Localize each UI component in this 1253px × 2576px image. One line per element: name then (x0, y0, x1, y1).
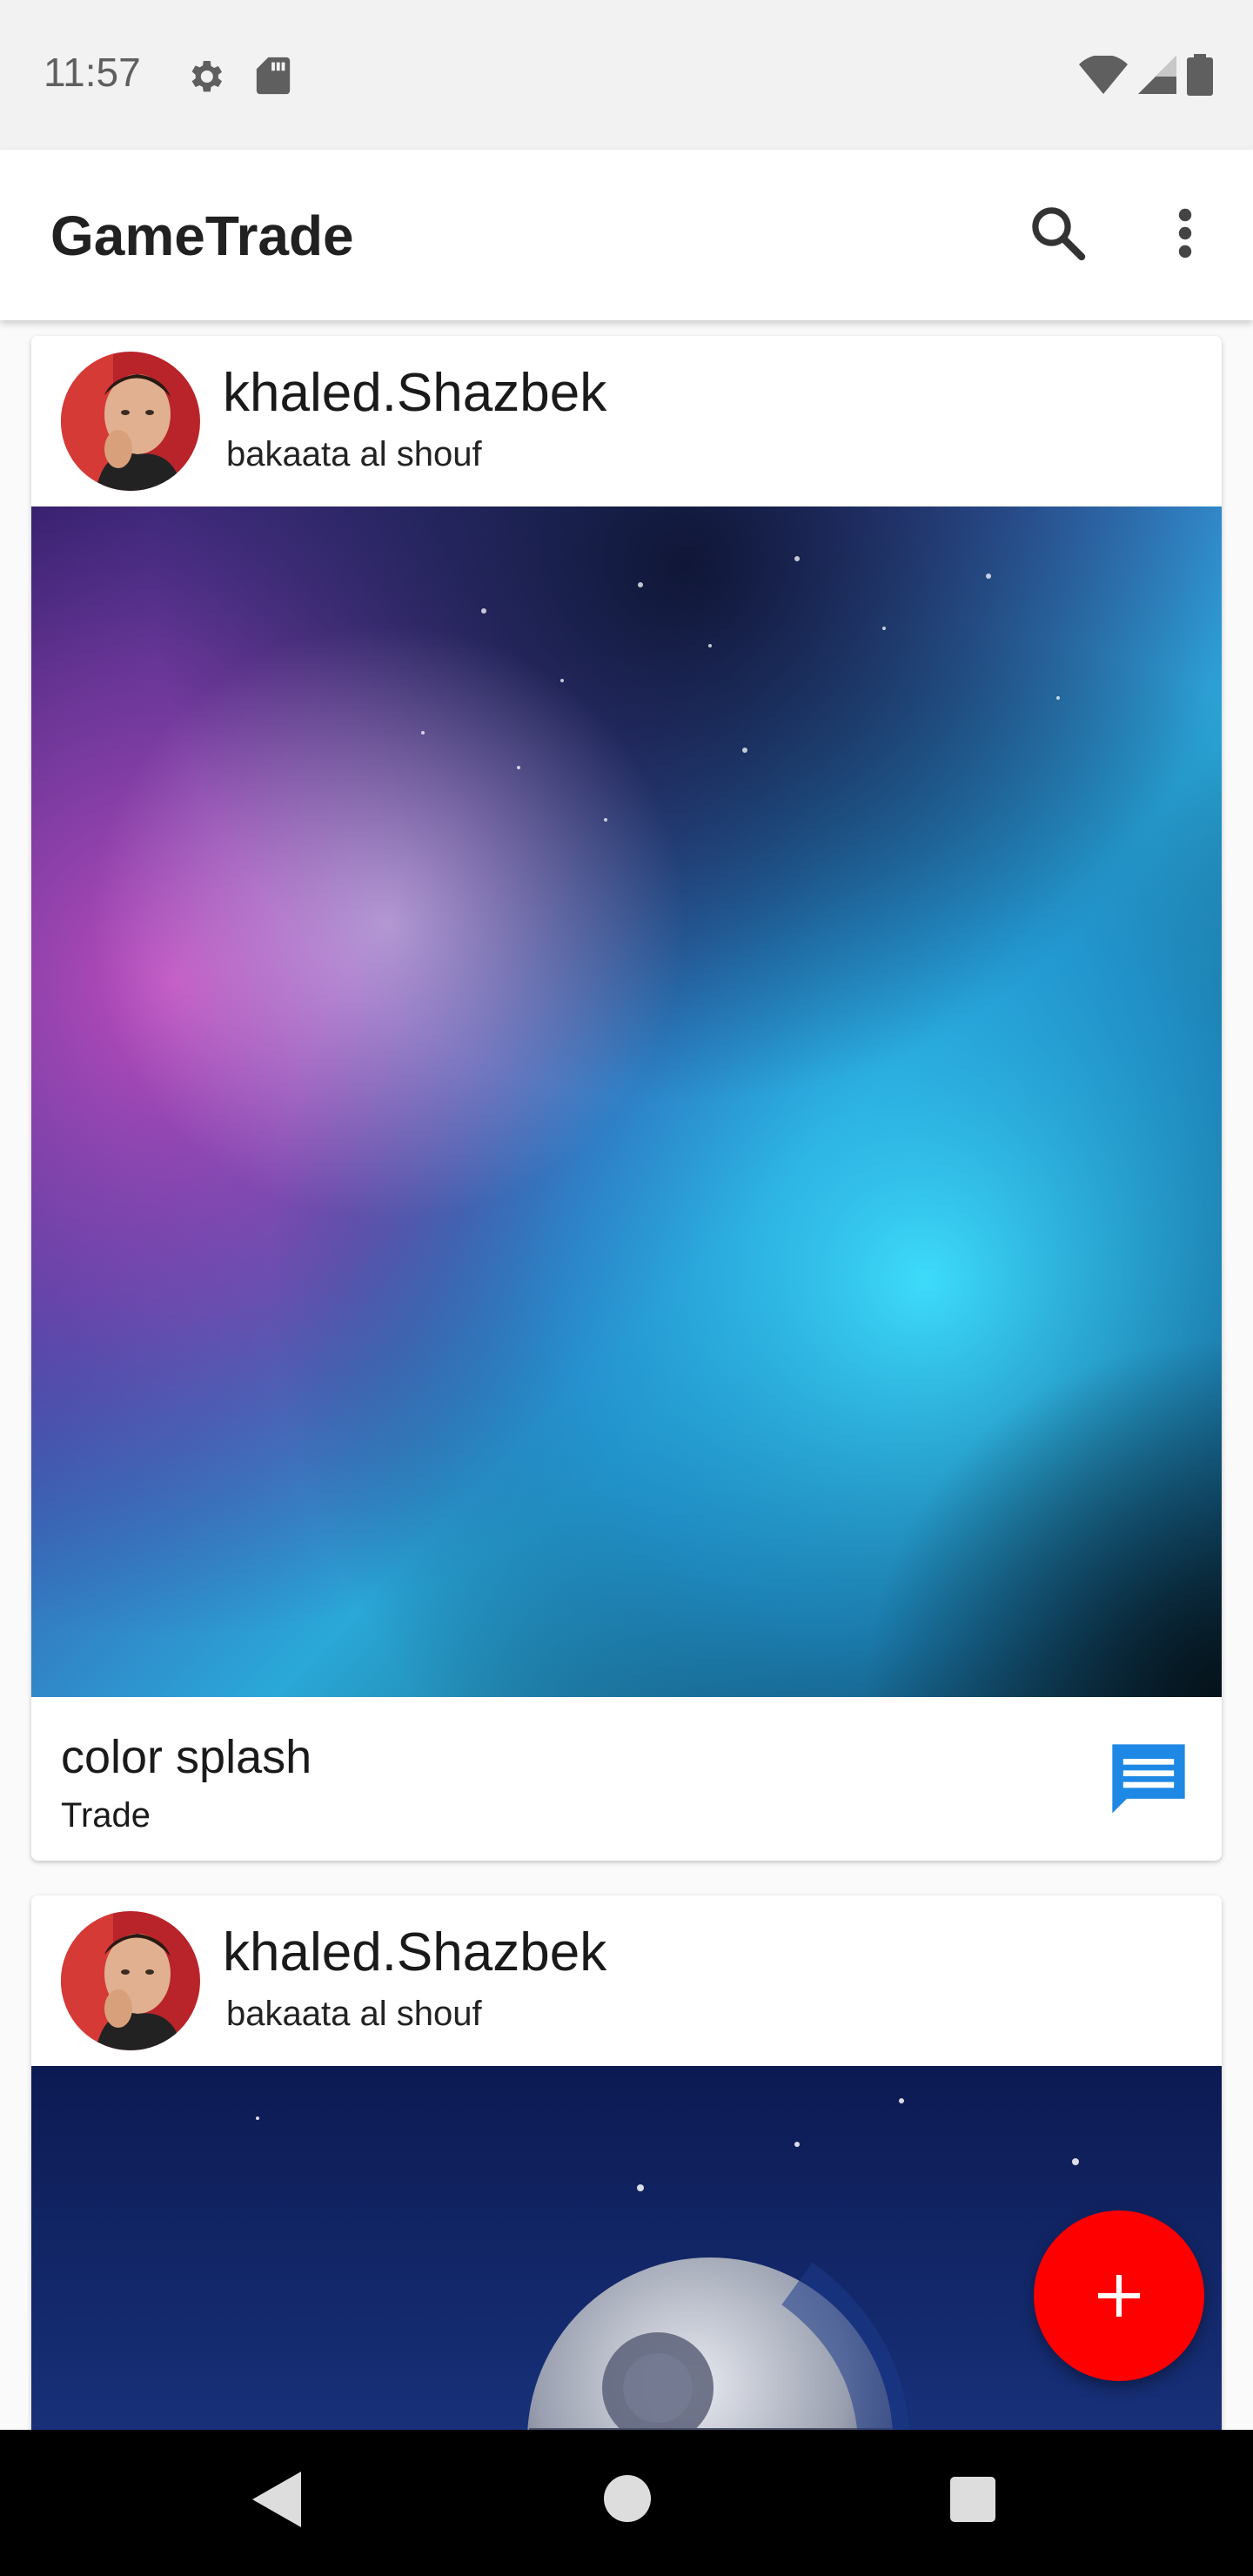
status-time: 11:57 (44, 50, 141, 95)
post-footer: color splash Trade (31, 1697, 1222, 1861)
post-card[interactable]: khaled.Shazbek bakaata al shouf (31, 1895, 1222, 2430)
status-bar: 11:57 (0, 0, 1253, 150)
search-icon[interactable] (1027, 202, 1089, 265)
item-title: color splash (61, 1731, 312, 1783)
wifi-icon (1079, 56, 1128, 94)
plus-icon (1097, 2274, 1141, 2318)
battery-icon (1187, 54, 1213, 96)
post-image[interactable] (31, 506, 1222, 1697)
user-name[interactable]: khaled.Shazbek (223, 362, 606, 424)
item-type: Trade (61, 1796, 151, 1835)
system-nav-bar (0, 2430, 1253, 2576)
post-image[interactable] (31, 2066, 1222, 2430)
avatar[interactable] (61, 352, 200, 491)
home-icon[interactable] (604, 2475, 651, 2522)
avatar[interactable] (61, 1911, 200, 2050)
app-bar: GameTrade (0, 150, 1253, 320)
recents-icon[interactable] (950, 2477, 995, 2522)
user-location: bakaata al shouf (226, 1995, 482, 2033)
sd-card-icon (256, 57, 291, 95)
status-right-icons (1079, 54, 1213, 96)
post-feed[interactable]: khaled.Shazbek bakaata al shouf color sp… (0, 320, 1253, 2430)
post-header: khaled.Shazbek bakaata al shouf (31, 1895, 1222, 2066)
post-header: khaled.Shazbek bakaata al shouf (31, 336, 1222, 506)
more-vert-icon[interactable] (1163, 202, 1208, 265)
add-post-button[interactable] (1034, 2210, 1204, 2381)
back-icon[interactable] (252, 2472, 301, 2527)
chat-icon[interactable] (1105, 1737, 1192, 1824)
post-card[interactable]: khaled.Shazbek bakaata al shouf (31, 336, 1222, 1861)
signal-icon (1138, 56, 1176, 94)
app-title: GameTrade (50, 205, 354, 267)
user-location: bakaata al shouf (226, 435, 482, 473)
user-name[interactable]: khaled.Shazbek (223, 1922, 606, 1983)
gear-icon (191, 61, 222, 92)
